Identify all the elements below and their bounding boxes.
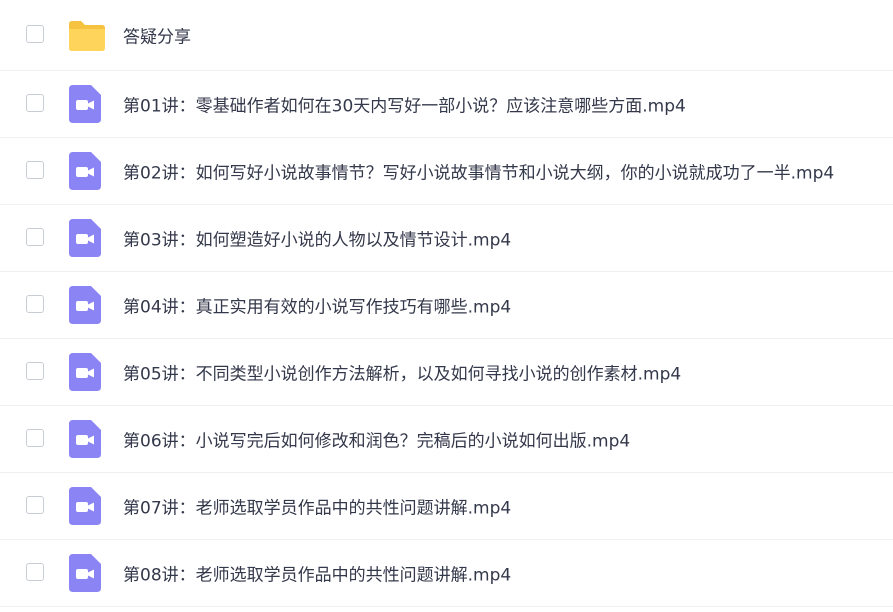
file-name[interactable]: 第05讲：不同类型小说创作方法解析，以及如何寻找小说的创作素材.mp4 <box>123 360 681 385</box>
file-row-video[interactable]: 第01讲：零基础作者如何在30天内写好一部小说？应该注意哪些方面.mp4 <box>0 71 893 138</box>
row-checkbox[interactable] <box>26 429 44 447</box>
row-checkbox[interactable] <box>26 25 44 43</box>
file-name[interactable]: 第03讲：如何塑造好小说的人物以及情节设计.mp4 <box>123 226 511 251</box>
file-row-video[interactable]: 第02讲：如何写好小说故事情节？写好小说故事情节和小说大纲，你的小说就成功了一半… <box>0 138 893 205</box>
file-name[interactable]: 第07讲：老师选取学员作品中的共性问题讲解.mp4 <box>123 494 511 519</box>
file-row-video[interactable]: 第06讲：小说写完后如何修改和润色？完稿后的小说如何出版.mp4 <box>0 406 893 473</box>
row-checkbox[interactable] <box>26 161 44 179</box>
file-list: 答疑分享 第01讲：零基础作者如何在30天内写好一部小说？应该注意哪些方面.mp… <box>0 0 893 607</box>
file-name[interactable]: 第08讲：老师选取学员作品中的共性问题讲解.mp4 <box>123 561 511 586</box>
row-checkbox[interactable] <box>26 496 44 514</box>
video-file-icon <box>69 219 101 257</box>
file-row-video[interactable]: 第03讲：如何塑造好小说的人物以及情节设计.mp4 <box>0 205 893 272</box>
file-name[interactable]: 第02讲：如何写好小说故事情节？写好小说故事情节和小说大纲，你的小说就成功了一半… <box>123 159 834 184</box>
file-name[interactable]: 答疑分享 <box>123 23 191 48</box>
row-checkbox[interactable] <box>26 362 44 380</box>
file-name[interactable]: 第04讲：真正实用有效的小说写作技巧有哪些.mp4 <box>123 293 511 318</box>
row-checkbox[interactable] <box>26 563 44 581</box>
file-row-video[interactable]: 第04讲：真正实用有效的小说写作技巧有哪些.mp4 <box>0 272 893 339</box>
video-file-icon <box>69 554 101 592</box>
video-file-icon <box>69 85 101 123</box>
video-file-icon <box>69 420 101 458</box>
file-name[interactable]: 第06讲：小说写完后如何修改和润色？完稿后的小说如何出版.mp4 <box>123 427 630 452</box>
folder-icon <box>67 16 107 54</box>
video-file-icon <box>69 487 101 525</box>
file-name[interactable]: 第01讲：零基础作者如何在30天内写好一部小说？应该注意哪些方面.mp4 <box>123 92 686 117</box>
file-row-video[interactable]: 第07讲：老师选取学员作品中的共性问题讲解.mp4 <box>0 473 893 540</box>
video-file-icon <box>69 152 101 190</box>
row-checkbox[interactable] <box>26 228 44 246</box>
video-file-icon <box>69 353 101 391</box>
file-row-folder[interactable]: 答疑分享 <box>0 0 893 71</box>
file-row-video[interactable]: 第05讲：不同类型小说创作方法解析，以及如何寻找小说的创作素材.mp4 <box>0 339 893 406</box>
row-checkbox[interactable] <box>26 94 44 112</box>
file-row-video[interactable]: 第08讲：老师选取学员作品中的共性问题讲解.mp4 <box>0 540 893 607</box>
video-file-icon <box>69 286 101 324</box>
row-checkbox[interactable] <box>26 295 44 313</box>
